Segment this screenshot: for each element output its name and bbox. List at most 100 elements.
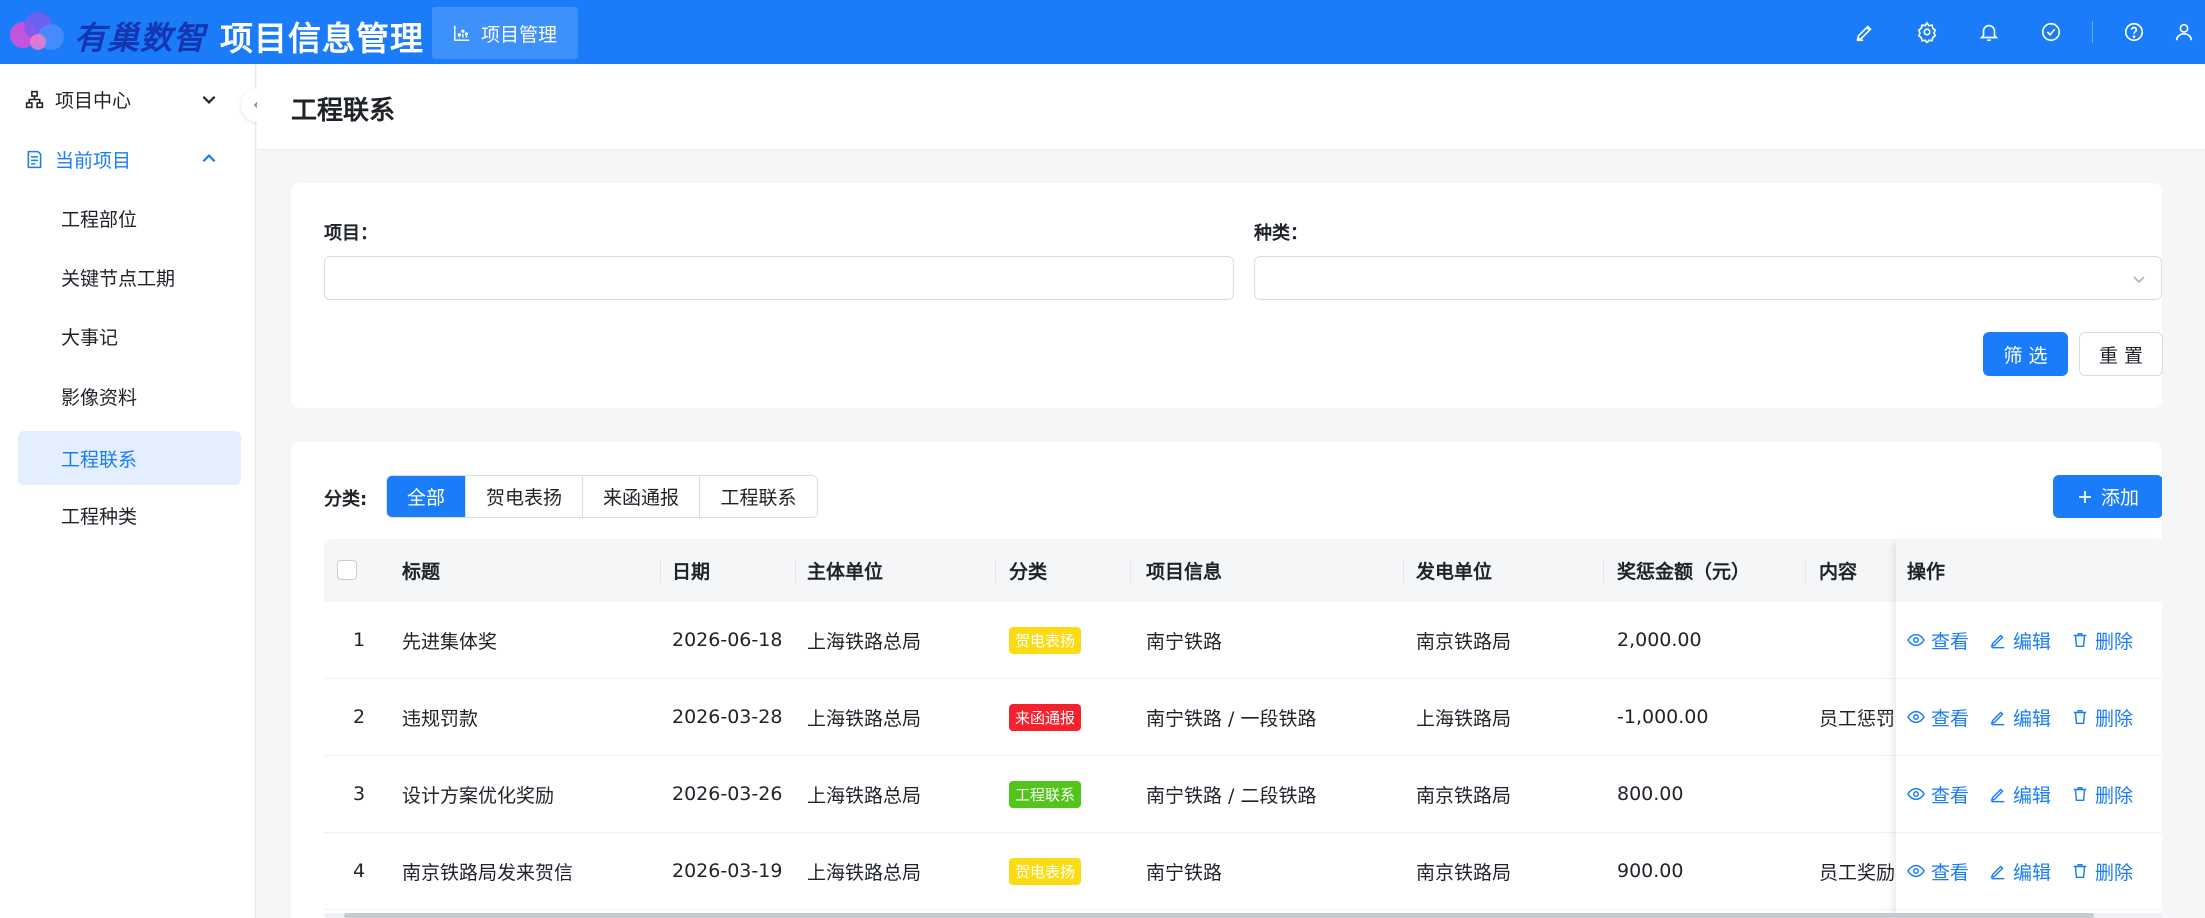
- row-date: 2026-03-26: [672, 783, 783, 805]
- row-actions: 查看 编辑 删除: [1896, 679, 2162, 756]
- sidebar-item-engineering-parts[interactable]: 工程部位: [18, 191, 241, 245]
- sidebar-item-label: 大事记: [61, 326, 119, 349]
- eye-icon: [1907, 710, 1925, 724]
- row-project: 南宁铁路: [1146, 630, 1223, 653]
- sidebar-item-media[interactable]: 影像资料: [18, 369, 241, 423]
- bell-icon[interactable]: [1958, 0, 2020, 64]
- top-bar: 有巢数智 项目信息管理 项目管理: [0, 0, 2205, 64]
- sidebar-item-label: 影像资料: [61, 386, 138, 409]
- edit-icon: [1990, 634, 2005, 649]
- plus-icon: [2078, 490, 2091, 503]
- sidebar-item-label: 工程种类: [61, 505, 138, 528]
- help-icon[interactable]: [2103, 0, 2165, 64]
- row-index: 4: [353, 860, 366, 882]
- sidebar-group-project-center[interactable]: 项目中心: [0, 70, 256, 128]
- edit-label: 编辑: [2013, 784, 2052, 807]
- list-panel: 分类: 全部 贺电表扬 来函通报 工程联系 添加 标题 日期 主体单位 分类 项…: [291, 442, 2162, 918]
- table-row[interactable]: 1 先进集体奖 2026-06-18 上海铁路总局 贺电表扬 南宁铁路 南京铁路…: [324, 602, 2162, 679]
- row-title: 违规罚款: [402, 707, 479, 730]
- row-date: 2026-03-28: [672, 706, 783, 728]
- edit-button[interactable]: 编辑: [1989, 627, 2051, 654]
- table-horizontal-scrollbar[interactable]: [324, 913, 2162, 918]
- view-button[interactable]: 查看: [1907, 781, 1969, 808]
- view-button[interactable]: 查看: [1907, 627, 1969, 654]
- column-content: 内容: [1819, 561, 1858, 583]
- column-amount: 奖惩金额（元）: [1617, 561, 1751, 583]
- tab-label: 项目管理: [480, 23, 557, 46]
- top-toolbar: [1834, 0, 2205, 64]
- reset-button[interactable]: 重 置: [2079, 332, 2163, 376]
- logo-icon: [8, 8, 72, 56]
- sidebar-item-key-milestones[interactable]: 关键节点工期: [18, 250, 241, 304]
- segment-all[interactable]: 全部: [387, 476, 466, 517]
- row-sender: 南京铁路局: [1416, 784, 1512, 807]
- edit-button[interactable]: 编辑: [1989, 858, 2051, 885]
- delete-button[interactable]: 删除: [2071, 858, 2133, 885]
- delete-label: 删除: [2095, 784, 2134, 807]
- row-content: 员工奖励: [1819, 861, 1896, 884]
- column-divider: [1130, 559, 1131, 583]
- edit-icon: [1990, 711, 2005, 726]
- segment-contact[interactable]: 工程联系: [700, 476, 817, 517]
- edit-button[interactable]: 编辑: [1989, 704, 2051, 731]
- sidebar-item-engineering-contact[interactable]: 工程联系: [18, 431, 241, 485]
- edit-button[interactable]: 编辑: [1989, 781, 2051, 808]
- type-filter-label: 种类：: [1254, 223, 1308, 244]
- table-header: 标题 日期 主体单位 分类 项目信息 发电单位 奖惩金额（元） 内容: [324, 539, 2162, 602]
- view-button[interactable]: 查看: [1907, 704, 1969, 731]
- segment-praise[interactable]: 贺电表扬: [466, 476, 583, 517]
- category-tag: 贺电表扬: [1009, 626, 1082, 654]
- column-divider: [1403, 559, 1404, 583]
- project-input[interactable]: [324, 256, 1234, 300]
- user-icon[interactable]: [2165, 0, 2205, 64]
- row-sender: 南京铁路局: [1416, 630, 1512, 653]
- row-project: 南宁铁路 / 二段铁路: [1146, 784, 1317, 807]
- row-title: 先进集体奖: [402, 630, 498, 653]
- row-actions: 查看 编辑 删除: [1896, 602, 2162, 679]
- filter-panel: 项目： 种类： 筛 选 重 置: [291, 183, 2163, 408]
- check-circle-icon[interactable]: [2020, 0, 2082, 64]
- row-content: [1819, 756, 1896, 832]
- row-unit: 上海铁路总局: [807, 861, 922, 884]
- column-divider: [795, 559, 796, 583]
- logo-text: 有巢数智: [74, 19, 207, 57]
- table-row[interactable]: 2 违规罚款 2026-03-28 上海铁路总局 来函通报 南宁铁路 / 一段铁…: [324, 679, 2162, 756]
- row-unit: 上海铁路总局: [807, 630, 922, 653]
- sidebar-item-major-events[interactable]: 大事记: [18, 309, 241, 363]
- view-button[interactable]: 查看: [1907, 858, 1969, 885]
- row-amount: 900.00: [1617, 860, 1684, 882]
- sidebar-group-current-project[interactable]: 当前项目: [0, 130, 256, 188]
- table-row[interactable]: 3 设计方案优化奖励 2026-03-26 上海铁路总局 工程联系 南宁铁路 /…: [324, 756, 2162, 833]
- edit-label: 编辑: [2013, 630, 2052, 653]
- delete-button[interactable]: 删除: [2071, 627, 2133, 654]
- delete-button[interactable]: 删除: [2071, 781, 2133, 808]
- app-title: 项目信息管理: [220, 19, 424, 58]
- filter-button[interactable]: 筛 选: [1983, 332, 2068, 376]
- column-divider: [1805, 559, 1806, 583]
- sidebar-item-label: 工程联系: [61, 448, 138, 471]
- settings-icon[interactable]: [1896, 0, 1958, 64]
- sidebar: 项目中心 当前项目 工程部位 关键节点工期 大事记 影像资料 工程联系 工程种类: [0, 64, 256, 918]
- category-segmented-control: 全部 贺电表扬 来函通报 工程联系: [386, 475, 818, 518]
- scrollbar-thumb[interactable]: [344, 913, 2094, 918]
- column-category: 分类: [1009, 561, 1048, 583]
- row-title: 设计方案优化奖励: [402, 784, 555, 807]
- sidebar-group-label: 项目中心: [55, 89, 132, 112]
- edit-icon: [1990, 865, 2005, 880]
- delete-button[interactable]: 删除: [2071, 704, 2133, 731]
- tab-project-management[interactable]: 项目管理: [432, 7, 578, 59]
- pen-icon[interactable]: [1834, 0, 1896, 64]
- add-button[interactable]: 添加: [2053, 475, 2162, 518]
- page-title: 工程联系: [291, 96, 396, 126]
- segment-notice[interactable]: 来函通报: [583, 476, 700, 517]
- sidebar-item-engineering-types[interactable]: 工程种类: [18, 488, 241, 542]
- column-sender: 发电单位: [1416, 561, 1493, 583]
- category-tag: 来函通报: [1009, 703, 1082, 731]
- table-row[interactable]: 4 南京铁路局发来贺信 2026-03-19 上海铁路总局 贺电表扬 南宁铁路 …: [324, 833, 2162, 910]
- column-operations: 操作: [1896, 539, 2162, 602]
- eye-icon: [1907, 787, 1925, 801]
- column-divider: [1603, 559, 1604, 583]
- row-actions: 查看 编辑 删除: [1896, 833, 2162, 910]
- type-select[interactable]: [1254, 256, 2162, 300]
- select-all-checkbox[interactable]: [337, 560, 357, 580]
